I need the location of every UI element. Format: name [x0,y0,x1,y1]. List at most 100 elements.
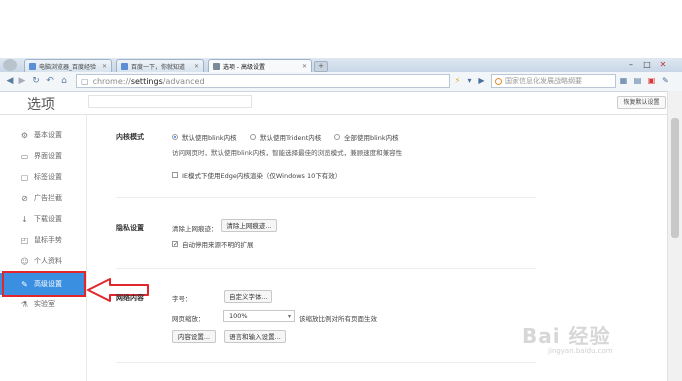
gear-icon: ⚙ [20,130,29,140]
content-settings-button[interactable]: 内容设置... [172,330,216,343]
favicon-icon [29,62,36,70]
zoom-value: 100% [229,312,248,320]
sidebar-item-basic[interactable]: ⚙ 基本设置 [0,125,86,145]
watermark: Bai 经验 [522,324,611,348]
close-icon[interactable]: ✕ [302,63,307,70]
maximize-icon[interactable]: □ [640,59,654,70]
checkbox-label: 自动停用来源不明的扩展 [182,241,254,249]
zoom-label: 网页缩放： [172,315,205,323]
radio-button[interactable] [172,134,178,140]
lab-icon: ⚗ [20,299,29,309]
sidebar-item-profile[interactable]: ☺ 个人资料 [0,251,86,271]
radio-button[interactable] [334,134,340,140]
checkbox[interactable] [172,172,178,178]
tab-settings[interactable]: 选项 - 高级设置 ✕ [208,59,312,72]
home-icon[interactable]: ⌂ [58,75,70,87]
radio-blink-all[interactable]: 全部使用blink内核 [334,132,399,142]
wrench-icon[interactable]: ✎ [660,75,671,87]
sidebar-item-label: 实验室 [34,300,55,308]
sidebar-item-adblock[interactable]: ⊘ 广告拦截 [0,188,86,208]
close-icon[interactable]: ✕ [102,63,107,70]
webcontent-section-title: 网络内容 [116,294,144,302]
section-divider [116,268,536,269]
page-title: 选项 [27,97,55,113]
undo-icon[interactable]: ↶ [44,75,56,87]
sidebar-item-interface[interactable]: ▭ 界面设置 [0,146,86,166]
radio-label: 默认使用Trident内核 [260,134,322,142]
mouse-icon: ◰ [20,235,29,245]
tab-label: 电脑浏览器_百度经验 [39,63,97,71]
url-path: /advanced [162,76,205,86]
favicon-icon [121,62,128,70]
bolt-icon[interactable]: ⚡ [452,75,463,87]
settings-search-input[interactable] [88,95,252,108]
sidebar-item-label: 基本设置 [34,131,62,139]
kernel-note: 访问网页时，默认使用blink内核，智能选择最佳的浏览模式，兼顾速度和兼容性 [172,149,403,157]
section-divider [116,197,536,198]
sidebar-item-lab[interactable]: ⚗ 实验室 [0,294,86,314]
sidebar-item-label: 广告拦截 [34,194,62,202]
privacy-section-title: 隐私设置 [116,224,144,232]
new-tab-button[interactable]: + [314,61,328,72]
block-icon: ⊘ [21,193,28,203]
back-icon[interactable]: ◀ [4,75,16,87]
search-box[interactable]: 国家信息化发展战略纲要 [491,74,616,88]
font-size-label: 字号： [172,295,192,303]
sidebar-item-download[interactable]: ↓ 下载设置 [0,209,86,229]
language-input-settings-button[interactable]: 语言和输入设置... [224,330,286,343]
extension-icon[interactable]: ▣ [646,75,657,87]
disable-unknown-extensions-checkbox[interactable]: ✓ 自动停用来源不明的扩展 [172,239,254,249]
url-scheme: chrome:// [92,76,131,86]
download-icon: ↓ [21,214,28,224]
window-icon: ▭ [20,151,29,161]
clear-history-button[interactable]: 清除上网痕迹... [221,219,277,232]
address-bar[interactable]: ▢ chrome://settings/advanced [76,74,450,88]
settings-icon [213,62,220,70]
sidebar-item-label: 标签设置 [34,173,62,181]
sidebar-item-mouse[interactable]: ◰ 鼠标手势 [0,230,86,250]
window-close-icon[interactable]: ✕ [656,59,670,70]
header-divider [0,114,667,115]
reload-icon[interactable]: ↻ [30,75,42,87]
checkbox[interactable]: ✓ [172,241,178,248]
search-engine-icon [495,77,502,85]
zoom-note: 该缩放比例对所有页面生效 [299,315,377,323]
restore-defaults-button[interactable]: 恢复默认设置 [617,96,666,109]
sidebar-item-label: 下载设置 [34,215,62,223]
avatar[interactable] [3,59,17,71]
scrollbar-thumb[interactable] [671,118,679,238]
radio-blink-default[interactable]: 默认使用blink内核 [172,132,237,142]
page-icon: ▢ [81,76,89,86]
person-icon: ☺ [20,256,29,266]
section-divider [116,362,536,363]
sidebar-item-tabs[interactable]: ▢ 标签设置 [0,167,86,187]
sidebar-item-label: 个人资料 [34,257,62,265]
tab-icon: ▢ [20,172,29,182]
radio-button[interactable] [250,134,256,140]
chevron-down-icon: ▾ [287,313,291,320]
url-host: settings [130,76,163,86]
zoom-select[interactable]: 100% ▾ [223,310,295,322]
edge-render-checkbox[interactable]: IE模式下使用Edge内核渲染（仅Windows 10下有效） [172,170,341,180]
dropdown-icon[interactable]: ▾ [464,75,475,87]
radio-label: 全部使用blink内核 [344,134,399,142]
grid-icon[interactable]: ▦ [618,75,629,87]
apps-icon[interactable]: ▤ [632,75,643,87]
tab-baidu-jingyan[interactable]: 电脑浏览器_百度经验 ✕ [24,59,112,72]
sidebar-item-label: 界面设置 [34,152,62,160]
forward-icon[interactable]: ▶ [16,75,28,87]
sidebar-divider [86,115,87,381]
radio-trident-default[interactable]: 默认使用Trident内核 [250,132,321,142]
custom-font-button[interactable]: 自定义字体... [224,290,272,303]
go-icon[interactable]: ▶ [476,75,487,87]
radio-label: 默认使用blink内核 [182,134,237,142]
minimize-icon[interactable]: – [624,59,638,70]
tab-label: 选项 - 高级设置 [223,63,265,71]
clear-history-label: 清除上网痕迹： [172,225,218,233]
close-icon[interactable]: ✕ [194,63,199,70]
sidebar-item-label: 鼠标手势 [34,236,62,244]
tab-baidu-search[interactable]: 百度一下，你就知道 ✕ [116,59,204,72]
highlight-box [2,271,86,297]
search-placeholder: 国家信息化发展战略纲要 [505,77,582,85]
checkbox-label: IE模式下使用Edge内核渲染（仅Windows 10下有效） [182,172,342,180]
